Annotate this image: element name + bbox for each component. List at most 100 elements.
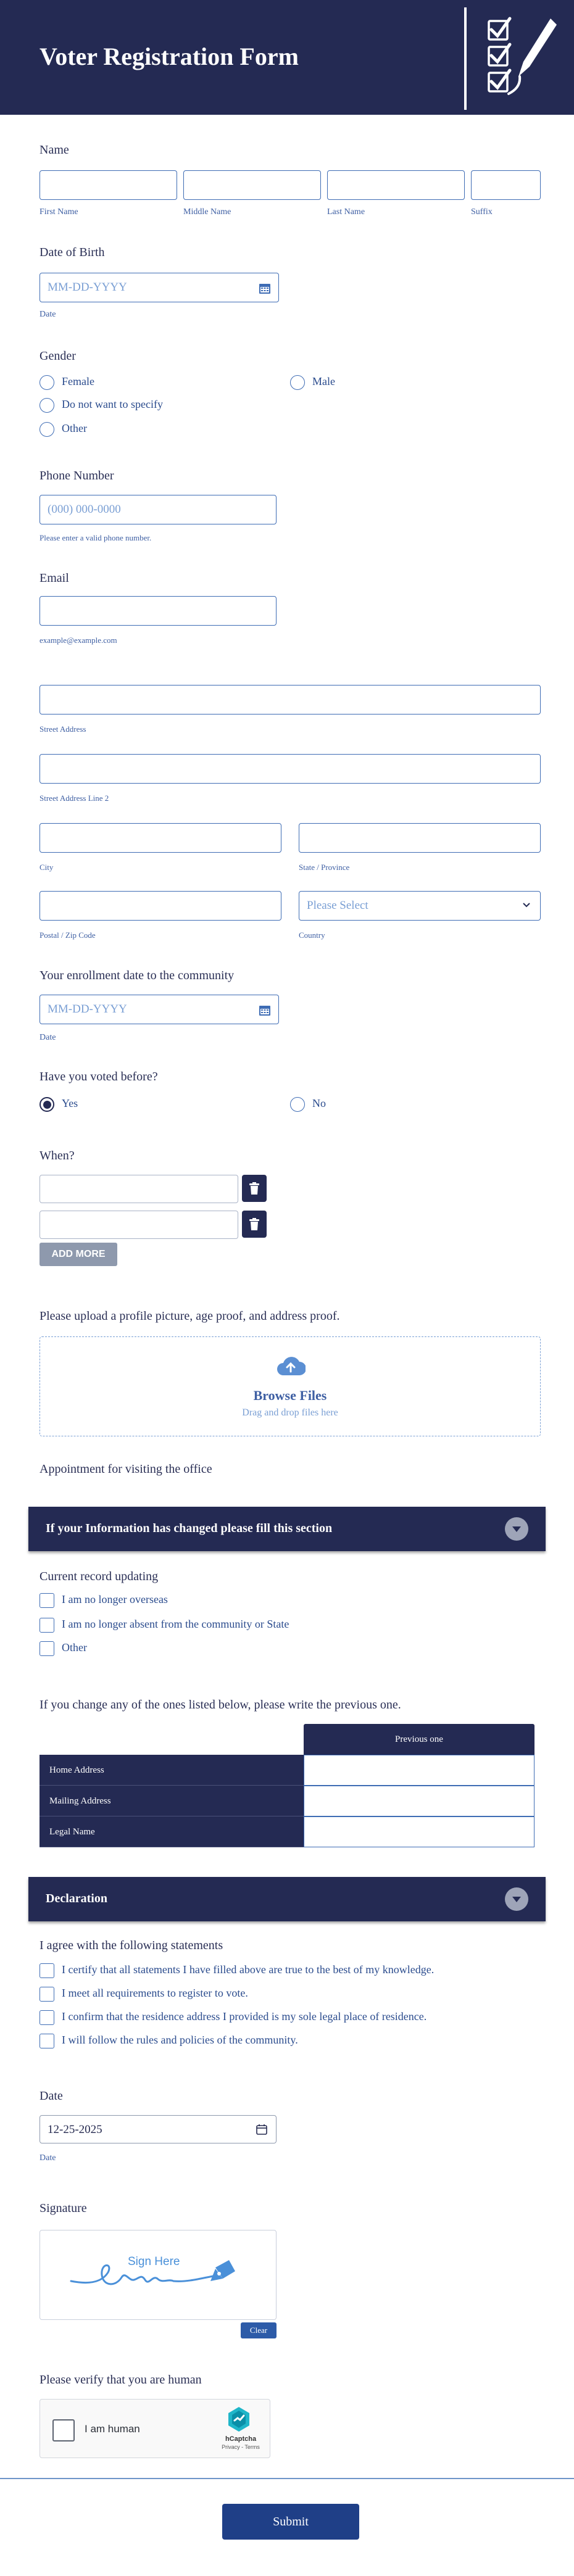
previous-values-label: If you change any of the ones listed bel… <box>40 1698 401 1712</box>
drag-drop-hint: Drag and drop files here <box>242 1407 338 1418</box>
header-divider <box>464 7 467 110</box>
postal-input[interactable] <box>40 891 281 921</box>
first-name-input[interactable] <box>40 170 177 200</box>
requirements-statement: I meet all requirements to register to v… <box>62 1987 248 1999</box>
gender-female-label: Female <box>62 375 94 387</box>
phone-placeholder: (000) 000-0000 <box>48 503 121 516</box>
city-input[interactable] <box>40 823 281 853</box>
form-header: Voter Registration Form <box>0 0 574 115</box>
record-other-checkbox[interactable] <box>40 1641 54 1656</box>
trash-icon <box>249 1218 259 1230</box>
file-upload-dropzone[interactable]: Browse Files Drag and drop files here <box>40 1336 541 1436</box>
captcha-checkbox[interactable] <box>52 2419 75 2441</box>
enrollment-sublabel: Date <box>40 1033 56 1042</box>
last-name-input[interactable] <box>327 170 465 200</box>
calendar-icon[interactable] <box>256 2124 267 2135</box>
date-sublabel: Date <box>40 2153 56 2163</box>
when-label: When? <box>40 1149 75 1162</box>
absent-checkbox[interactable] <box>40 1618 54 1633</box>
voted-yes-radio[interactable] <box>40 1097 54 1112</box>
add-more-button[interactable]: ADD MORE <box>40 1243 117 1266</box>
trash-icon <box>249 1182 259 1195</box>
declaration-section-title: Declaration <box>46 1892 107 1905</box>
calendar-icon[interactable] <box>259 1004 271 1016</box>
phone-sublabel: Please enter a valid phone number. <box>40 533 152 542</box>
country-sublabel: Country <box>299 930 325 940</box>
chevron-down-icon <box>523 903 530 908</box>
browse-files-button[interactable]: Browse Files <box>40 1388 540 1404</box>
middle-name-input[interactable] <box>183 170 321 200</box>
suffix-input[interactable] <box>471 170 541 200</box>
gender-male-radio[interactable] <box>290 375 305 390</box>
first-name-sublabel: First Name <box>40 207 78 217</box>
captcha-widget: I am human hCaptcha Privacy - Terms <box>40 2399 270 2458</box>
residence-checkbox[interactable] <box>40 2010 54 2025</box>
delete-row-button[interactable] <box>242 1211 267 1238</box>
city-sublabel: City <box>40 863 54 872</box>
home-address-previous-input[interactable] <box>304 1755 534 1786</box>
dob-placeholder: MM-DD-YYYY <box>48 281 127 294</box>
previous-one-column-header: Previous one <box>304 1724 534 1755</box>
when-input-1[interactable] <box>40 1175 238 1203</box>
delete-row-button[interactable] <box>242 1175 267 1202</box>
clear-signature-button[interactable]: Clear <box>241 2322 277 2338</box>
collapse-toggle[interactable] <box>505 1517 528 1541</box>
voted-no-radio[interactable] <box>290 1097 305 1112</box>
last-name-sublabel: Last Name <box>327 207 365 217</box>
street-address-2-sublabel: Street Address Line 2 <box>40 793 109 803</box>
dob-label: Date of Birth <box>40 246 105 259</box>
gender-other-radio[interactable] <box>40 422 54 437</box>
collapse-toggle[interactable] <box>505 1887 528 1911</box>
legal-name-previous-input[interactable] <box>304 1816 534 1847</box>
changed-info-section-header[interactable]: If your Information has changed please f… <box>28 1507 546 1551</box>
record-updating-label: Current record updating <box>40 1570 159 1583</box>
phone-input[interactable]: (000) 000-0000 <box>40 495 277 524</box>
email-input[interactable] <box>40 596 277 626</box>
mailing-address-previous-input[interactable] <box>304 1786 534 1816</box>
cloud-upload-icon <box>277 1357 306 1375</box>
calendar-icon[interactable] <box>259 282 271 294</box>
gender-male-label: Male <box>312 375 335 387</box>
street-address-input[interactable] <box>40 685 541 714</box>
footer-divider <box>0 2478 574 2479</box>
gender-unspecified-label: Do not want to specify <box>62 398 163 410</box>
certify-checkbox[interactable] <box>40 1963 54 1978</box>
appointment-label: Appointment for visiting the office <box>40 1462 212 1476</box>
submit-button[interactable]: Submit <box>222 2504 359 2540</box>
gender-female-radio[interactable] <box>40 375 54 390</box>
signature-label: Signature <box>40 2201 87 2215</box>
state-input[interactable] <box>299 823 541 853</box>
captcha-links[interactable]: Privacy - Terms <box>219 2444 262 2450</box>
voted-yes-label: Yes <box>62 1097 78 1109</box>
chevron-down-icon <box>512 1897 521 1902</box>
requirements-checkbox[interactable] <box>40 1987 54 2002</box>
captcha-brand: hCaptcha <box>225 2435 257 2443</box>
dob-input[interactable]: MM-DD-YYYY <box>40 273 279 302</box>
overseas-option-label: I am no longer overseas <box>62 1593 168 1605</box>
when-input-2[interactable] <box>40 1211 238 1239</box>
table-row-label: Mailing Address <box>40 1786 304 1816</box>
rules-checkbox[interactable] <box>40 2034 54 2048</box>
enrollment-date-input[interactable]: MM-DD-YYYY <box>40 995 279 1024</box>
date-value: 12-25-2025 <box>48 2123 102 2136</box>
rules-statement: I will follow the rules and policies of … <box>62 2034 298 2046</box>
street-address-2-input[interactable] <box>40 754 541 784</box>
hcaptcha-logo-icon <box>228 2407 249 2432</box>
email-label: Email <box>40 571 69 585</box>
state-sublabel: State / Province <box>299 863 350 872</box>
country-placeholder: Please Select <box>307 899 368 912</box>
dob-sublabel: Date <box>40 310 56 319</box>
middle-name-sublabel: Middle Name <box>183 207 231 217</box>
country-select[interactable]: Please Select <box>299 891 541 921</box>
name-label: Name <box>40 143 69 157</box>
date-input[interactable]: 12-25-2025 <box>40 2115 277 2143</box>
declaration-section-header[interactable]: Declaration <box>28 1877 546 1921</box>
statements-label: I agree with the following statements <box>40 1939 223 1952</box>
gender-other-label: Other <box>62 422 87 434</box>
signature-pad[interactable]: Sign Here <box>40 2230 277 2320</box>
enrollment-placeholder: MM-DD-YYYY <box>48 1003 127 1016</box>
signature-illustration <box>70 2260 235 2285</box>
changed-info-section-title: If your Information has changed please f… <box>46 1522 333 1535</box>
gender-unspecified-radio[interactable] <box>40 398 54 413</box>
overseas-checkbox[interactable] <box>40 1593 54 1608</box>
